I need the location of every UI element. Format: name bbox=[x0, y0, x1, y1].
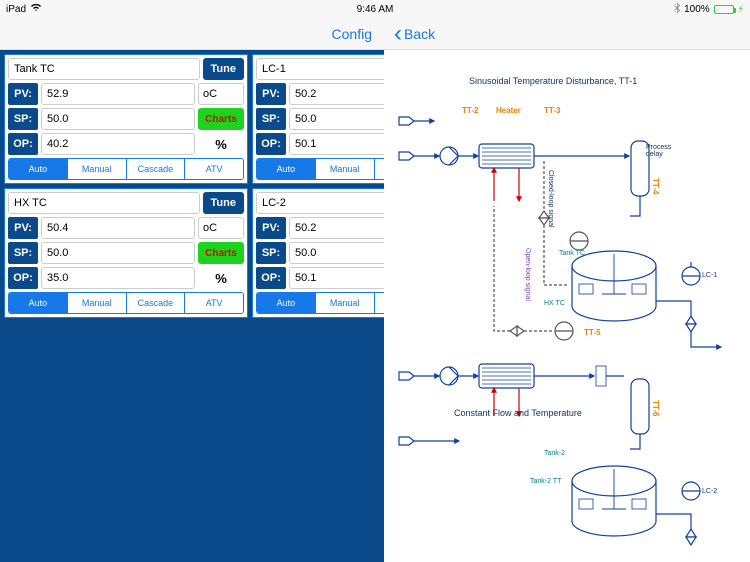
charts-button[interactable]: Charts bbox=[198, 242, 244, 264]
mode-segmented-control[interactable]: AutoManualCascadeATV bbox=[8, 158, 244, 180]
tag-tt3: TT-3 bbox=[544, 106, 560, 115]
pv-unit: oC bbox=[198, 217, 244, 239]
sp-label: SP: bbox=[256, 242, 286, 264]
tag-tank-tc: Tank TC bbox=[559, 250, 585, 257]
clock: 9:46 AM bbox=[357, 4, 394, 15]
sp-label: SP: bbox=[8, 108, 38, 130]
mode-manual[interactable]: Manual bbox=[316, 293, 375, 313]
tag-lc2: LC-2 bbox=[702, 488, 717, 495]
tag-lc1: LC-1 bbox=[702, 272, 717, 279]
controller-title-input[interactable] bbox=[8, 58, 200, 80]
mode-segmented-control[interactable]: AutoManualCascadeATV bbox=[8, 292, 244, 314]
tag-tank2: Tank-2 bbox=[544, 450, 565, 457]
back-button[interactable]: Back bbox=[394, 26, 435, 42]
diagram-title-2: Constant Flow and Temperature bbox=[454, 408, 582, 418]
config-button[interactable]: Config bbox=[332, 26, 372, 42]
sp-label: SP: bbox=[256, 108, 286, 130]
pv-label: PV: bbox=[256, 217, 286, 239]
tag-tt2: TT-2 bbox=[462, 106, 478, 115]
pv-unit: oC bbox=[198, 83, 244, 105]
pv-label: PV: bbox=[8, 83, 38, 105]
mode-atv[interactable]: ATV bbox=[185, 159, 243, 179]
mode-auto[interactable]: Auto bbox=[257, 293, 316, 313]
mode-manual[interactable]: Manual bbox=[68, 159, 127, 179]
tune-button[interactable]: Tune bbox=[203, 192, 244, 214]
tag-process-delay: Process delay bbox=[646, 144, 671, 158]
tag-closed-loop: Closed-loop signal bbox=[547, 170, 554, 228]
op-label: OP: bbox=[8, 267, 38, 289]
pv-label: PV: bbox=[256, 83, 286, 105]
controller-title-input[interactable] bbox=[8, 192, 200, 214]
sp-label: SP: bbox=[8, 242, 38, 264]
op-input[interactable] bbox=[41, 267, 195, 289]
tag-heater: Heater bbox=[496, 106, 521, 115]
diagram-title-1: Sinusoidal Temperature Disturbance, TT-1 bbox=[469, 76, 637, 86]
tag-tank2tt: Tank-2 TT bbox=[530, 478, 561, 485]
sp-input[interactable] bbox=[41, 108, 195, 130]
charts-button[interactable]: Charts bbox=[198, 108, 244, 130]
bluetooth-icon bbox=[674, 3, 680, 16]
left-toolbar: Config bbox=[0, 18, 384, 50]
sp-input[interactable] bbox=[41, 242, 195, 264]
status-bar: iPad 9:46 AM 100% ⚡︎ bbox=[0, 0, 750, 18]
wifi-icon bbox=[30, 3, 42, 15]
tag-tt6: TT-6 bbox=[651, 400, 660, 416]
pv-label: PV: bbox=[8, 217, 38, 239]
tag-tt5: TT-5 bbox=[584, 328, 600, 337]
mode-auto[interactable]: Auto bbox=[257, 159, 316, 179]
mode-cascade[interactable]: Cascade bbox=[127, 159, 186, 179]
mode-manual[interactable]: Manual bbox=[68, 293, 127, 313]
op-label: OP: bbox=[8, 133, 38, 155]
mode-auto[interactable]: Auto bbox=[9, 293, 68, 313]
right-toolbar: Back bbox=[384, 18, 750, 50]
mode-atv[interactable]: ATV bbox=[185, 293, 243, 313]
mode-auto[interactable]: Auto bbox=[9, 159, 68, 179]
pv-input[interactable] bbox=[41, 217, 195, 239]
tag-tt4: TT-4 bbox=[651, 178, 660, 194]
device-label: iPad bbox=[6, 4, 26, 15]
tag-hx-tc: HX TC bbox=[544, 300, 565, 307]
controllers-panel: Config Tune PV: oC SP: Charts OP: % Auto… bbox=[0, 18, 384, 562]
op-label: OP: bbox=[256, 133, 286, 155]
op-input[interactable] bbox=[41, 133, 195, 155]
controller-card: Tune PV: oC SP: Charts OP: % AutoManualC… bbox=[4, 188, 248, 318]
mode-manual[interactable]: Manual bbox=[316, 159, 375, 179]
charging-icon: ⚡︎ bbox=[738, 4, 744, 15]
op-unit: % bbox=[198, 267, 244, 289]
process-diagram: Sinusoidal Temperature Disturbance, TT-1… bbox=[384, 50, 750, 562]
diagram-panel: Back bbox=[384, 18, 750, 562]
mode-cascade[interactable]: Cascade bbox=[127, 293, 186, 313]
pv-input[interactable] bbox=[41, 83, 195, 105]
op-label: OP: bbox=[256, 267, 286, 289]
battery-icon bbox=[714, 5, 734, 14]
tag-open-loop: Open-loop signal bbox=[524, 248, 531, 301]
tune-button[interactable]: Tune bbox=[203, 58, 244, 80]
op-unit: % bbox=[198, 133, 244, 155]
controller-card: Tune PV: oC SP: Charts OP: % AutoManualC… bbox=[4, 54, 248, 184]
battery-pct: 100% bbox=[684, 4, 710, 15]
